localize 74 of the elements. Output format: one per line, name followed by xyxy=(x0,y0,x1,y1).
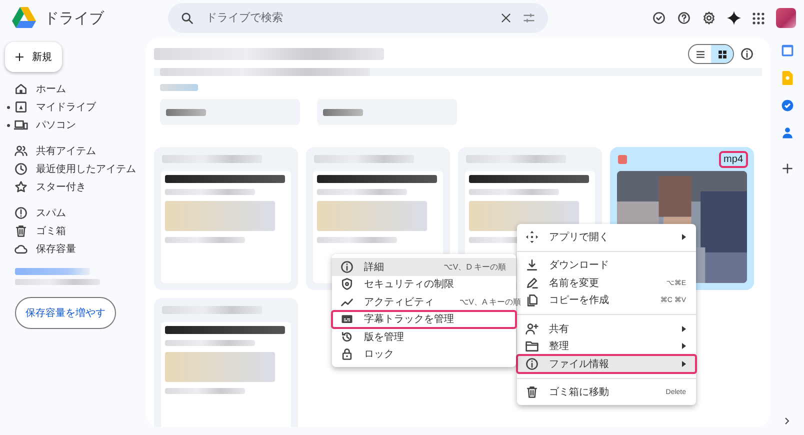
menu-item[interactable]: セキュリティの制限 xyxy=(332,276,516,293)
sidebar-item[interactable]: マイドライブ xyxy=(5,98,98,116)
plus-icon[interactable] xyxy=(782,163,792,174)
expand-icon[interactable] xyxy=(7,124,10,127)
info-icon xyxy=(340,260,354,274)
video-file-icon xyxy=(618,154,627,164)
star-icon xyxy=(14,180,28,194)
apps-grid-icon[interactable] xyxy=(752,12,765,24)
calendar-icon[interactable] xyxy=(780,44,794,57)
filter-icon[interactable] xyxy=(522,11,536,25)
blurred-text xyxy=(166,108,206,116)
pencil-icon xyxy=(525,276,539,290)
home-icon xyxy=(14,82,28,96)
lock-icon xyxy=(340,347,354,362)
clock-icon xyxy=(14,162,28,176)
grid-icon xyxy=(718,50,726,58)
search-icon xyxy=(180,11,194,25)
check-circle-icon[interactable] xyxy=(652,11,666,25)
list-icon xyxy=(696,50,704,58)
menu-item[interactable]: ロック xyxy=(332,346,516,363)
storage-button[interactable]: 保存容量を増やす xyxy=(15,297,116,329)
people-icon xyxy=(14,144,28,158)
file-card[interactable] xyxy=(154,147,298,290)
menu-item[interactable]: ファイル情報 xyxy=(517,355,696,372)
avatar-icon[interactable] xyxy=(776,8,796,28)
menu-item[interactable]: 字幕トラックを管理 xyxy=(332,310,516,328)
close-icon[interactable] xyxy=(500,12,512,24)
computer-icon xyxy=(14,118,28,132)
shield-icon xyxy=(340,277,354,292)
new-button[interactable]: 新規 xyxy=(5,42,62,72)
file-card[interactable] xyxy=(154,298,298,427)
sparkle-icon[interactable] xyxy=(727,11,741,25)
sidebar-item[interactable]: 保存容量 xyxy=(5,240,78,258)
menu-item[interactable]: 詳細 ⌥V、D キーの順 xyxy=(332,258,516,276)
menu-item[interactable]: 版を管理 xyxy=(332,328,516,346)
info-icon xyxy=(525,356,539,371)
info-icon xyxy=(740,47,754,61)
shortcut-text: ⌥V、A キーの順 xyxy=(459,296,522,308)
app-title: ドライブ xyxy=(44,8,106,28)
history-icon xyxy=(340,330,354,344)
help-icon[interactable] xyxy=(677,11,691,25)
copy-icon xyxy=(525,293,539,308)
menu-item[interactable]: 整理 xyxy=(517,338,696,355)
sidebar-item[interactable]: 最近使用したアイテム xyxy=(5,160,138,178)
contacts-icon[interactable] xyxy=(780,126,794,139)
menu-item[interactable]: 共有 xyxy=(517,320,696,338)
file-name: mp4 xyxy=(720,152,746,166)
plus-icon xyxy=(15,51,24,63)
trash-icon xyxy=(525,385,539,400)
sidebar-item[interactable]: 共有アイテム xyxy=(5,142,98,160)
grid-view-button[interactable] xyxy=(711,45,733,63)
search-field[interactable]: ドライブで検索 xyxy=(168,3,548,33)
cloud-icon xyxy=(14,242,28,256)
tasks-icon[interactable] xyxy=(780,99,794,112)
sidebar-item[interactable]: スター付き xyxy=(5,178,88,196)
blurred-text xyxy=(160,84,198,91)
search-input[interactable]: ドライブで検索 xyxy=(204,11,490,25)
move-arrows-icon xyxy=(525,230,539,244)
download-icon xyxy=(525,258,539,272)
trash-icon xyxy=(14,224,28,238)
logo-icon[interactable] xyxy=(12,7,36,29)
drive-icon xyxy=(14,100,28,114)
expand-icon[interactable] xyxy=(7,106,10,109)
person-add-icon xyxy=(525,322,539,336)
sidebar-item[interactable]: スパム xyxy=(5,204,68,222)
folder-icon xyxy=(525,339,539,354)
sidebar-item[interactable]: ゴミ箱 xyxy=(5,222,68,240)
sidebar-item[interactable]: パソコン xyxy=(5,116,78,134)
chevron-icon[interactable] xyxy=(783,417,791,425)
warning-icon xyxy=(14,206,28,220)
shortcut-text: ⌥V、D キーの順 xyxy=(443,262,506,272)
blurred-text xyxy=(323,108,363,116)
sidebar-item[interactable]: ホーム xyxy=(5,80,68,98)
settings-icon[interactable] xyxy=(702,11,716,25)
